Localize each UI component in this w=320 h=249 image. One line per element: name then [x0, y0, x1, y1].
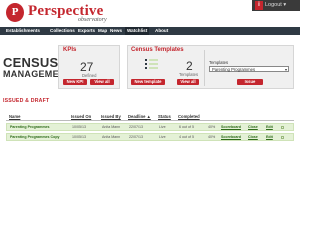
row-deadline: 22/07/13 [129, 135, 143, 139]
chevron-down-icon: ▾ [284, 67, 287, 72]
templates-select-label: Templates [209, 60, 229, 65]
nav-about[interactable]: About [155, 27, 168, 35]
templates-panel-title: Census Templates [131, 47, 184, 53]
column-header-completed[interactable]: Completed [178, 114, 200, 119]
edit-link[interactable]: Edit [266, 124, 273, 130]
brand-subtitle: observatory [78, 17, 107, 23]
row-issued-on: 10/05/13 [72, 125, 86, 129]
table-row[interactable]: Parenting Programmes Copy 10/05/13 Anita… [6, 133, 294, 141]
main-nav: Establishments Collections Exports Map N… [0, 27, 300, 35]
templates-select[interactable]: Parenting Programmes ▾ [209, 66, 289, 72]
row-issued-by: Anita Mann [102, 135, 121, 139]
column-header-deadline[interactable]: Deadline ▲ [128, 114, 151, 119]
checkbox-icon[interactable] [281, 136, 284, 139]
nav-establishments[interactable]: Establishments [6, 27, 40, 35]
page-title-line1: CENSUS [3, 55, 59, 70]
row-completed: 4 out of 5 [179, 135, 194, 139]
nav-collections[interactable]: Collections [50, 27, 75, 35]
row-percent: 40% [208, 135, 216, 139]
scoreboard-link[interactable]: Scoreboard [221, 124, 241, 130]
section-title: ISSUED & DRAFT [3, 98, 50, 104]
checkbox-icon[interactable] [281, 126, 284, 129]
panel-divider [204, 50, 205, 86]
close-link[interactable]: Close [248, 124, 258, 130]
list-icon [145, 59, 158, 70]
logo-icon: P [6, 3, 24, 22]
kpi-count: 27 [80, 60, 94, 74]
nav-watchlist[interactable]: Watchlist [125, 27, 150, 35]
row-name[interactable]: Parenting Programmes Copy [10, 134, 60, 140]
view-all-templates-button[interactable]: View all [177, 79, 199, 85]
nav-news[interactable]: News [110, 27, 122, 35]
scoreboard-link[interactable]: Scoreboard [221, 134, 241, 140]
issue-button[interactable]: Issue [237, 79, 263, 85]
user-icon[interactable]: i [255, 1, 263, 10]
kpi-count-label: Defined [82, 73, 97, 78]
close-link[interactable]: Close [248, 134, 258, 140]
row-status: Live [159, 125, 166, 129]
templates-count: 2 [186, 59, 193, 73]
column-header-status[interactable]: Status [158, 114, 171, 119]
nav-exports[interactable]: Exports [78, 27, 95, 35]
edit-link[interactable]: Edit [266, 134, 273, 140]
row-deadline: 22/07/13 [129, 125, 143, 129]
row-issued-on: 10/05/13 [72, 135, 86, 139]
table-header-divider [6, 120, 294, 121]
view-all-kpis-button[interactable]: View all [90, 79, 114, 85]
header: P Perspective observatory i Logout ▾ [0, 0, 300, 27]
row-issued-by: Anita Mann [102, 125, 121, 129]
row-name[interactable]: Parenting Programmes [10, 124, 50, 130]
column-header-issued-by[interactable]: Issued By [101, 114, 121, 119]
kpi-panel-title: KPIs [63, 47, 77, 53]
templates-select-value: Parenting Programmes [212, 67, 256, 72]
row-percent: 40% [208, 125, 216, 129]
column-header-name[interactable]: Name [9, 114, 20, 119]
row-status: Live [159, 135, 166, 139]
logout-link[interactable]: Logout ▾ [265, 1, 286, 10]
nav-map[interactable]: Map [98, 27, 107, 35]
column-header-issued-on[interactable]: Issued On [71, 114, 91, 119]
new-kpi-button[interactable]: New KPI [63, 79, 87, 85]
templates-count-label: Templates [179, 72, 199, 77]
row-completed: 6 out of 5 [179, 125, 194, 129]
new-template-button[interactable]: New template [131, 79, 165, 85]
table-row[interactable]: Parenting Programmes 10/05/13 Anita Mann… [6, 123, 294, 131]
